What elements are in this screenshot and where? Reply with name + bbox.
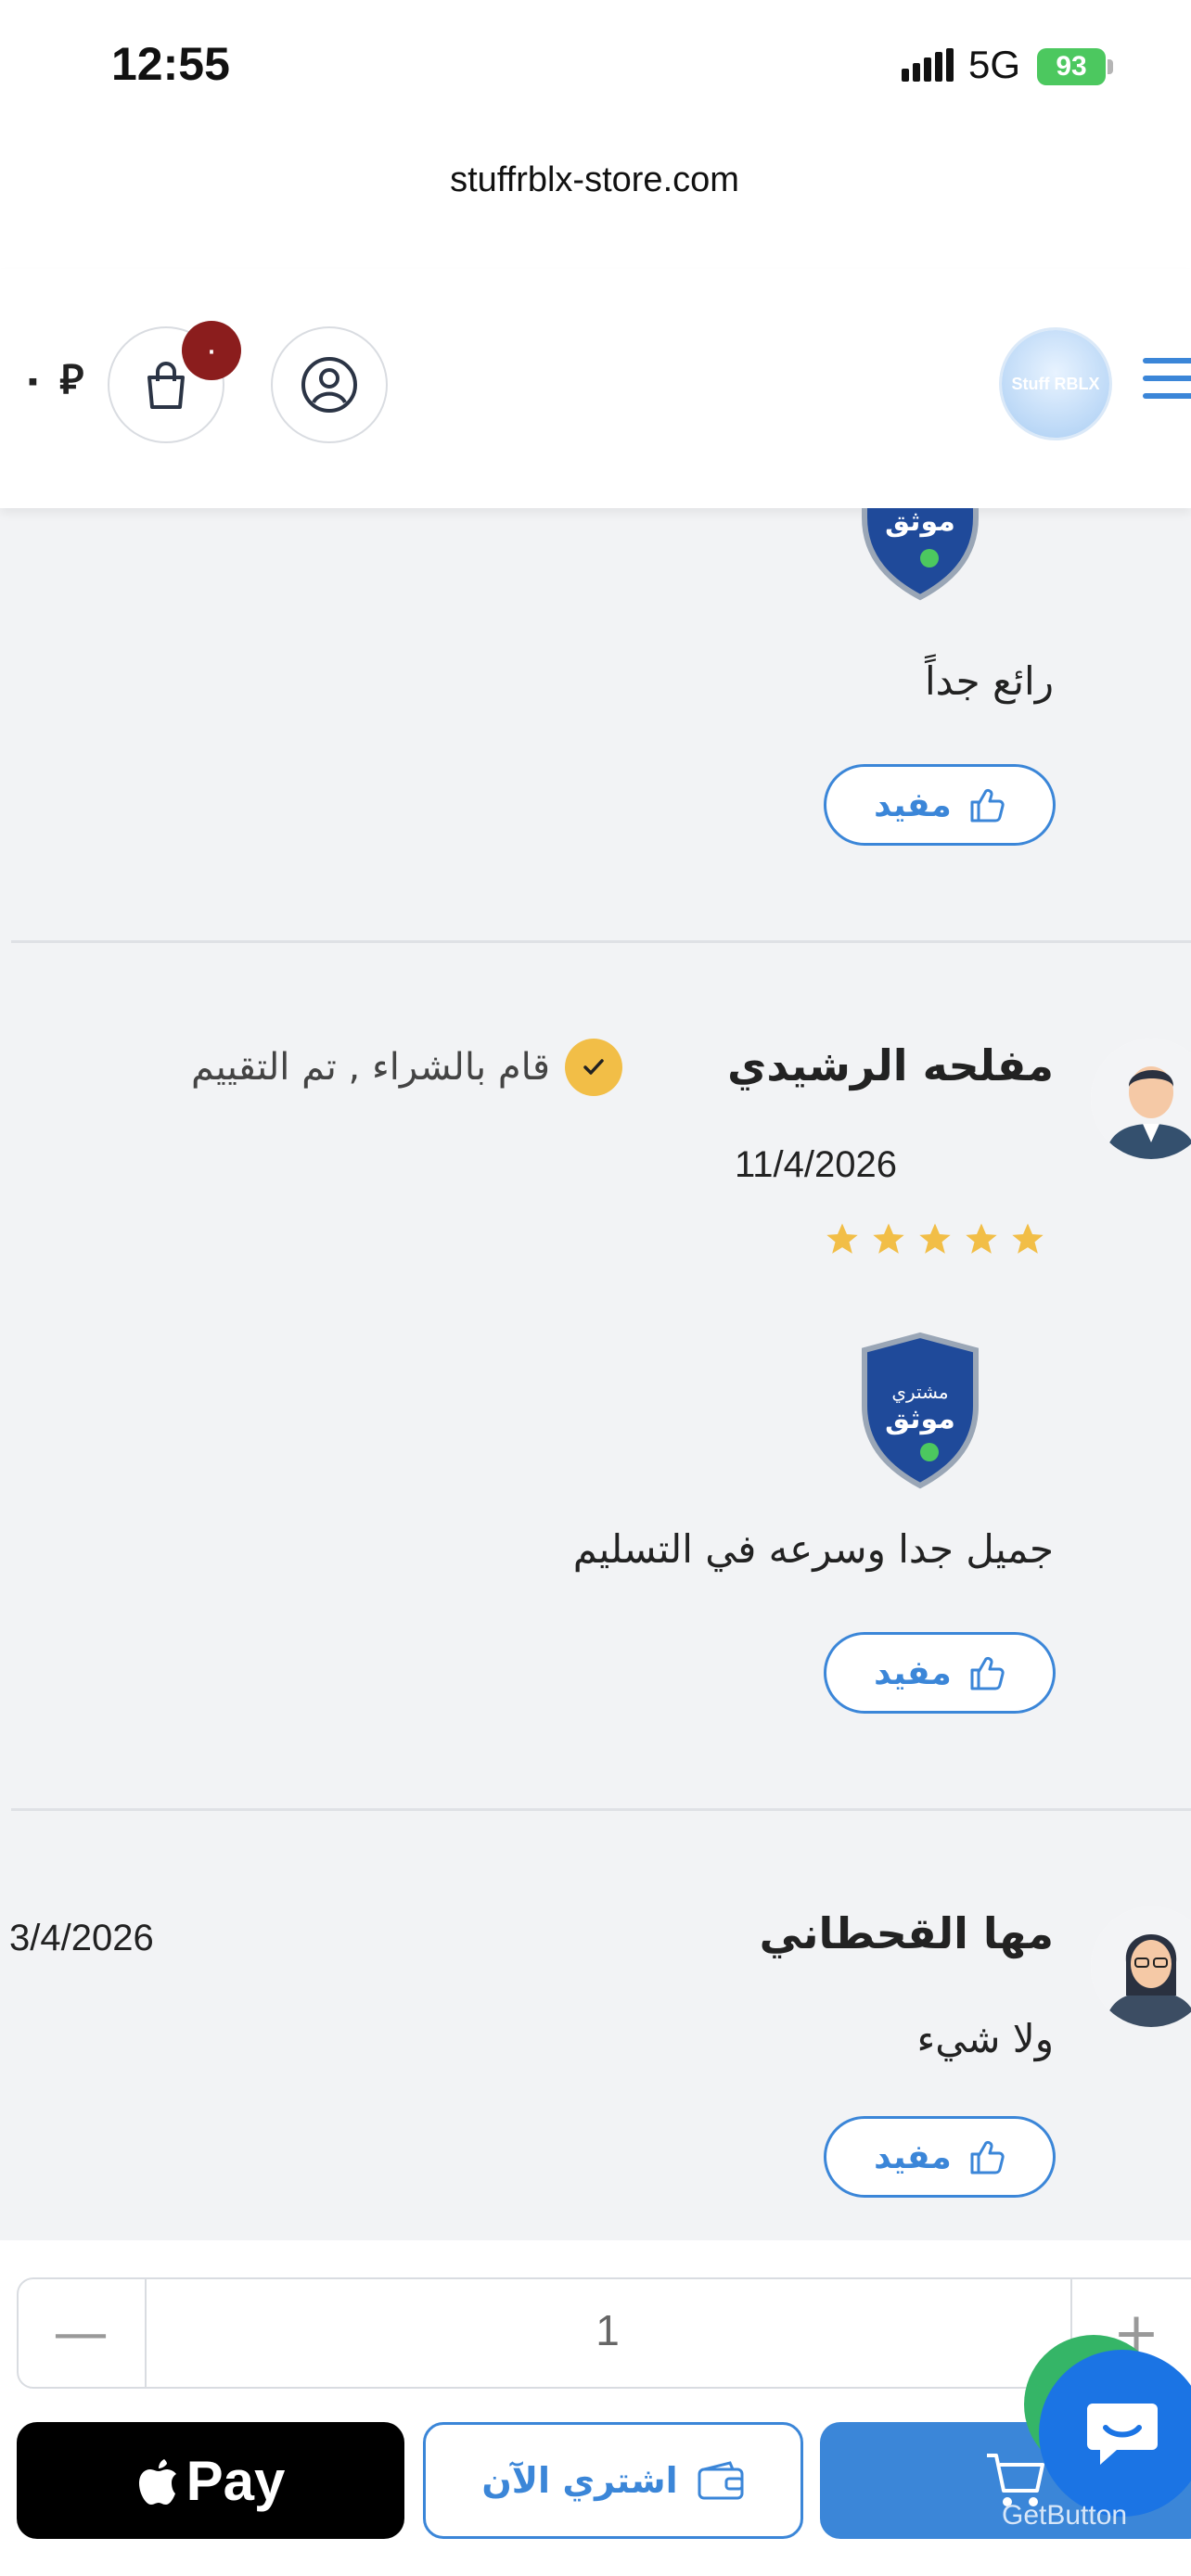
star-icon (966, 1223, 997, 1254)
verified-buyer-shield-icon: مشتري موثق (862, 1332, 979, 1489)
thumbs-up-icon (970, 788, 1005, 823)
star-icon (873, 1223, 904, 1254)
reviewer-name: مها القحطاني (759, 1908, 1054, 1958)
helpful-label: مفيد (874, 1653, 952, 1692)
verified-label: قام بالشراء , تم التقييم (191, 1046, 550, 1089)
star-icon (826, 1223, 858, 1254)
chat-bubble-icon (1087, 2404, 1158, 2465)
helpful-button[interactable]: مفيد (824, 1632, 1056, 1714)
buy-now-button[interactable]: اشتري الآن (423, 2422, 803, 2539)
review-divider (11, 940, 1191, 943)
star-icon (1012, 1223, 1044, 1254)
star-rating (824, 1220, 1046, 1257)
logo-text: Stuff RBLX (1011, 374, 1100, 393)
account-button[interactable] (271, 326, 388, 443)
helpful-label: مفيد (874, 785, 952, 824)
battery-nub (1108, 59, 1113, 74)
checkmark-icon (564, 1039, 622, 1096)
quantity-value[interactable]: 1 (519, 2305, 696, 2355)
user-circle-icon (301, 357, 357, 413)
svg-text:مشتري: مشتري (891, 1381, 948, 1404)
review-divider (11, 1808, 1191, 1811)
battery-level: 93 (1037, 48, 1106, 85)
apple-pay-button[interactable]: Pay (17, 2422, 404, 2539)
verified-purchase: قام بالشراء , تم التقييم (191, 1039, 622, 1096)
verified-buyer-shield-icon: موثق (862, 508, 979, 601)
reviewer-name: مفلحه الرشيدي (727, 1040, 1054, 1090)
star-icon (919, 1223, 951, 1254)
helpful-label: مفيد (874, 2137, 952, 2176)
apple-pay-label: Pay (186, 2449, 286, 2512)
thumbs-up-icon (970, 2140, 1005, 2174)
cellular-signal-icon (902, 48, 954, 82)
helpful-button[interactable]: مفيد (824, 2116, 1056, 2198)
buy-now-label: اشتري الآن (481, 2460, 678, 2501)
thumbs-up-icon (970, 1656, 1005, 1690)
url-bar[interactable]: stuffrblx-store.com (364, 132, 826, 228)
review-date: 11/4/2026 (735, 1144, 897, 1185)
store-logo[interactable]: Stuff RBLX (1002, 330, 1109, 438)
hamburger-menu-icon[interactable] (1143, 351, 1191, 406)
female-avatar-icon (1091, 1906, 1191, 2027)
network-type: 5G (968, 43, 1021, 86)
svg-text:موثق: موثق (885, 1403, 955, 1435)
reviews-list: موثق رائع جداً مفيد مفلحه الرشيدي قام با… (0, 508, 1191, 2240)
svg-text:موثق: موثق (885, 508, 955, 538)
decrease-quantity-button[interactable]: — (17, 2277, 147, 2389)
review-comment: جميل جدا وسرعه في التسليم (572, 1526, 1054, 1572)
status-time: 12:55 (111, 38, 230, 90)
review-date: 3/4/2026 (9, 1918, 154, 1958)
reviewer-avatar (1091, 1039, 1191, 1159)
review-comment: ولا شيء (916, 2016, 1054, 2061)
cart-total: ٠ ⃁ (20, 356, 84, 403)
reviewer-avatar (1091, 1906, 1191, 2027)
apple-logo-icon (138, 2459, 176, 2505)
wallet-icon (698, 2461, 744, 2500)
helpful-button[interactable]: مفيد (824, 764, 1056, 846)
male-avatar-icon (1091, 1039, 1191, 1159)
status-bar: 12:55 5G 93 (0, 0, 1191, 130)
getbutton-watermark: GetButton (1002, 2500, 1128, 2531)
cart-count-badge: ٠ (182, 321, 241, 380)
review-comment: رائع جداً (924, 658, 1054, 704)
